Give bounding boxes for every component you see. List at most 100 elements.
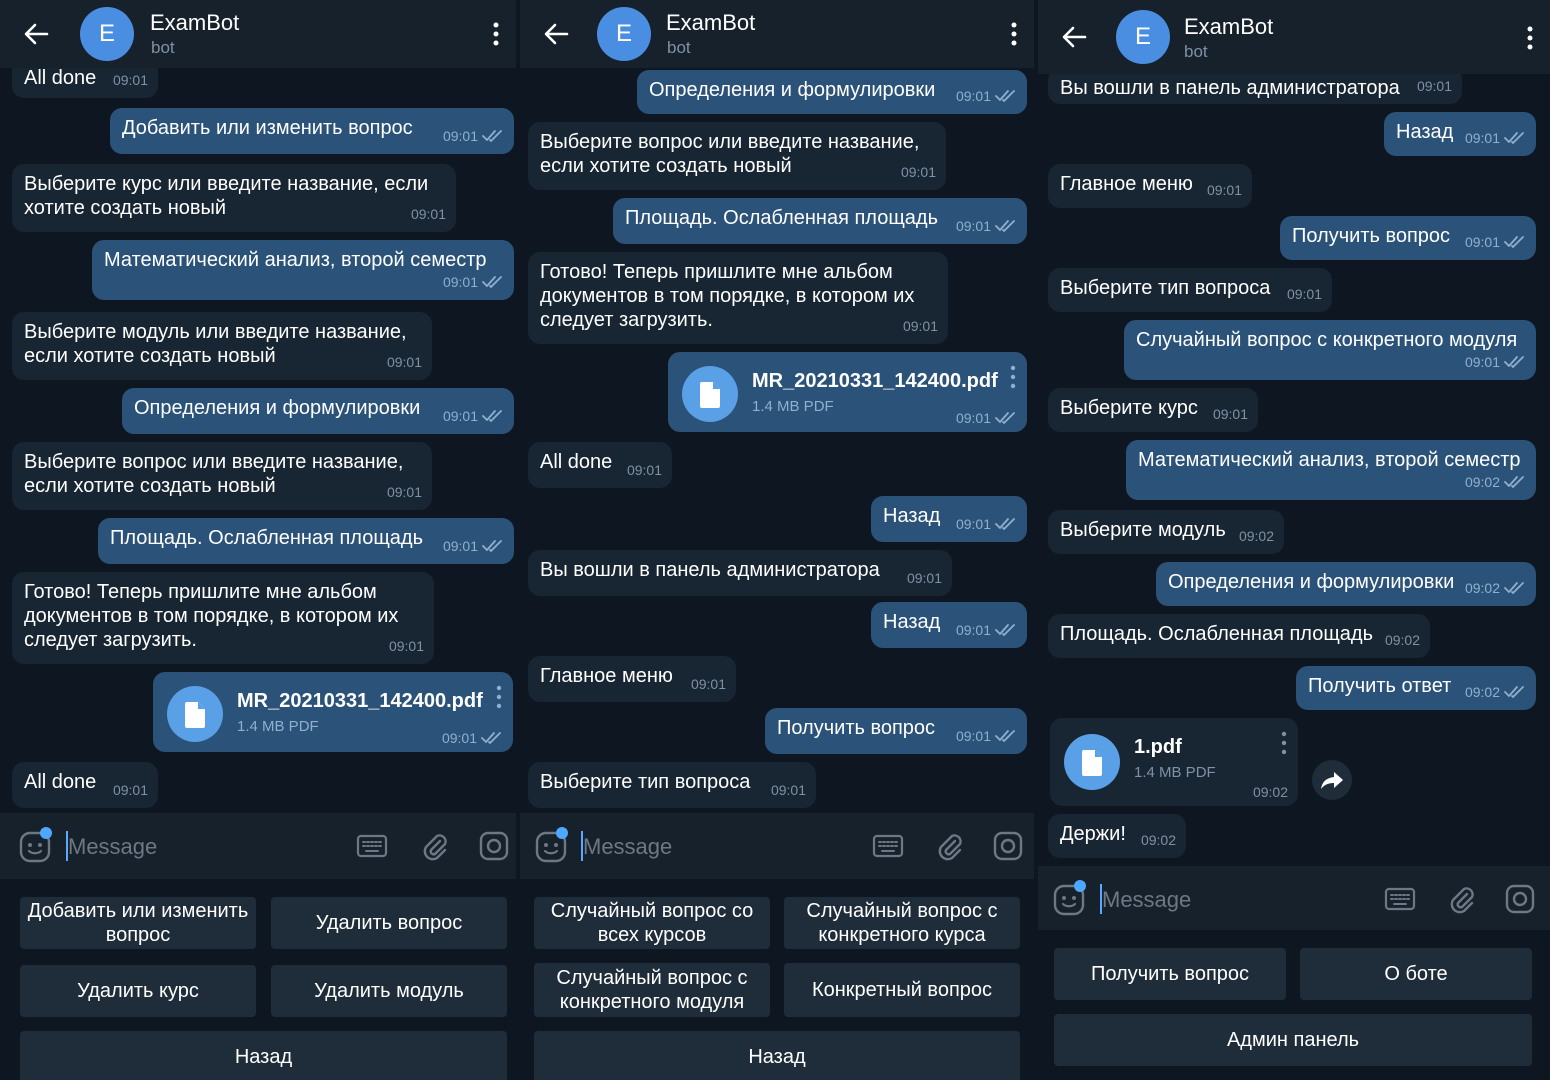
file-menu-icon[interactable]	[495, 684, 503, 710]
avatar[interactable]: E	[597, 7, 651, 61]
document-icon[interactable]	[682, 366, 738, 422]
message-outgoing: Площадь. Ослабленная площадь 09:01	[98, 518, 514, 564]
message-outgoing: Определения и формулировки 09:02	[1156, 562, 1536, 606]
message-time: 09:02	[1252, 784, 1288, 800]
message-incoming: All done 09:01	[528, 442, 672, 488]
double-check-icon	[1504, 686, 1524, 698]
more-menu-icon[interactable]	[1004, 20, 1024, 48]
keyboard-button[interactable]: Удалить вопрос	[271, 897, 507, 949]
message-outgoing: Определения и формулировки 09:01	[122, 388, 514, 434]
message-time: 09:01	[441, 730, 477, 746]
message-input[interactable]	[1102, 884, 1362, 916]
more-menu-icon[interactable]	[486, 20, 506, 48]
message-time: 09:01	[386, 484, 422, 500]
message-text: Выберите курс	[1060, 397, 1198, 419]
message-text: Определения и формулировки	[134, 397, 421, 419]
message-time: 09:01	[690, 676, 726, 692]
message-list[interactable]: Определения и формулировки 09:01 Выберит…	[520, 68, 1034, 813]
paperclip-icon[interactable]	[1446, 883, 1476, 915]
message-input[interactable]	[583, 831, 843, 863]
message-incoming: Выберите вопрос или введите название, ес…	[528, 122, 946, 190]
message-outgoing: Математический анализ, второй семестр 09…	[92, 240, 514, 300]
paperclip-icon[interactable]	[419, 830, 449, 862]
file-message[interactable]: 1.pdf 1.4 MB PDF 09:02	[1050, 718, 1298, 806]
avatar[interactable]: E	[80, 7, 134, 61]
forward-button[interactable]	[1312, 760, 1352, 800]
message-text: All done	[24, 771, 97, 793]
message-input[interactable]	[68, 831, 328, 863]
bot-keyboard: Получить вопрос О боте Админ панель	[1038, 930, 1550, 1080]
message-incoming: Выберите тип вопроса 09:01	[1048, 268, 1332, 312]
keyboard-button[interactable]: Добавить или изменить вопрос	[20, 897, 256, 949]
message-text: Выберите курс или введите название, если…	[24, 173, 429, 219]
more-menu-icon[interactable]	[1520, 24, 1540, 52]
back-arrow-icon[interactable]	[20, 18, 52, 50]
message-list[interactable]: All done 09:01 Добавить или изменить воп…	[0, 68, 516, 813]
keyboard-button[interactable]: Случайный вопрос с конкретного курса	[784, 897, 1020, 949]
message-text: Вы вошли в панель администратора	[540, 559, 880, 581]
avatar[interactable]: E	[1116, 10, 1170, 64]
file-message[interactable]: MR_20210331_142400.pdf 1.4 MB PDF 09:01	[153, 672, 513, 752]
double-check-icon	[1504, 132, 1524, 144]
message-time: 09:01	[112, 72, 148, 88]
message-incoming: Выберите курс или введите название, если…	[12, 164, 456, 232]
message-time: 09:01	[902, 318, 938, 334]
double-check-icon	[1504, 356, 1524, 368]
keyboard-button[interactable]: Админ панель	[1054, 1014, 1532, 1066]
file-name: MR_20210331_142400.pdf	[237, 690, 483, 712]
chat-header: E ExamBot bot	[0, 0, 516, 68]
message-time: 09:01	[442, 128, 478, 144]
bot-keyboard-icon[interactable]	[356, 833, 388, 859]
message-composer	[0, 813, 516, 879]
message-time: 09:01	[442, 274, 478, 290]
message-incoming: Площадь. Ослабленная площадь 09:02	[1048, 614, 1430, 658]
message-time: 09:01	[442, 538, 478, 554]
camera-icon[interactable]	[992, 830, 1024, 862]
keyboard-button[interactable]: Конкретный вопрос	[784, 963, 1020, 1017]
message-text: Получить ответ	[1308, 675, 1452, 697]
chat-panel-1: E ExamBot bot All done 09:01 Добавить ил…	[0, 0, 516, 1080]
message-time: 09:01	[1286, 286, 1322, 302]
message-time: 09:01	[112, 782, 148, 798]
message-incoming: Главное меню 09:01	[528, 656, 736, 702]
paperclip-icon[interactable]	[934, 830, 964, 862]
message-time: 09:01	[1464, 130, 1500, 146]
keyboard-button[interactable]: О боте	[1300, 948, 1532, 1000]
message-list[interactable]: Вы вошли в панель администратора 09:01 Н…	[1038, 74, 1550, 866]
bot-keyboard-icon[interactable]	[872, 833, 904, 859]
message-text: Выберите модуль или введите название, ес…	[24, 321, 407, 367]
double-check-icon	[482, 276, 502, 288]
camera-icon[interactable]	[1504, 883, 1536, 915]
notification-dot	[1074, 880, 1086, 892]
keyboard-button[interactable]: Назад	[20, 1031, 507, 1080]
message-incoming: Держи! 09:02	[1048, 814, 1186, 858]
back-arrow-icon[interactable]	[540, 18, 572, 50]
document-icon[interactable]	[167, 686, 223, 742]
bot-keyboard-icon[interactable]	[1384, 886, 1416, 912]
keyboard-button[interactable]: Удалить курс	[20, 965, 256, 1017]
file-name: MR_20210331_142400.pdf	[752, 370, 998, 392]
message-outgoing: Получить вопрос 09:01	[1280, 216, 1536, 260]
camera-icon[interactable]	[478, 830, 510, 862]
back-arrow-icon[interactable]	[1058, 21, 1090, 53]
message-incoming: All done 09:01	[12, 68, 158, 98]
file-menu-icon[interactable]	[1280, 730, 1288, 756]
keyboard-button[interactable]: Случайный вопрос со всех курсов	[534, 897, 770, 949]
message-outgoing: Получить ответ 09:02	[1296, 666, 1536, 710]
keyboard-button[interactable]: Удалить модуль	[271, 965, 507, 1017]
keyboard-button[interactable]: Получить вопрос	[1054, 948, 1286, 1000]
keyboard-button[interactable]: Назад	[534, 1031, 1020, 1080]
message-time: 09:01	[410, 206, 446, 222]
double-check-icon	[1504, 236, 1524, 248]
double-check-icon	[1504, 582, 1524, 594]
file-message[interactable]: MR_20210331_142400.pdf 1.4 MB PDF 09:01	[668, 352, 1027, 432]
double-check-icon	[995, 412, 1015, 424]
message-incoming: Готово! Теперь пришлите мне альбом докум…	[12, 572, 434, 664]
message-text: Вы вошли в панель администратора	[1060, 77, 1400, 99]
file-menu-icon[interactable]	[1009, 364, 1017, 390]
document-icon[interactable]	[1064, 734, 1120, 790]
message-incoming: Выберите курс 09:01	[1048, 388, 1258, 432]
message-time: 09:01	[955, 88, 991, 104]
chat-panel-2: E ExamBot bot Определения и формулировки…	[520, 0, 1034, 1080]
keyboard-button[interactable]: Случайный вопрос с конкретного модуля	[534, 963, 770, 1017]
